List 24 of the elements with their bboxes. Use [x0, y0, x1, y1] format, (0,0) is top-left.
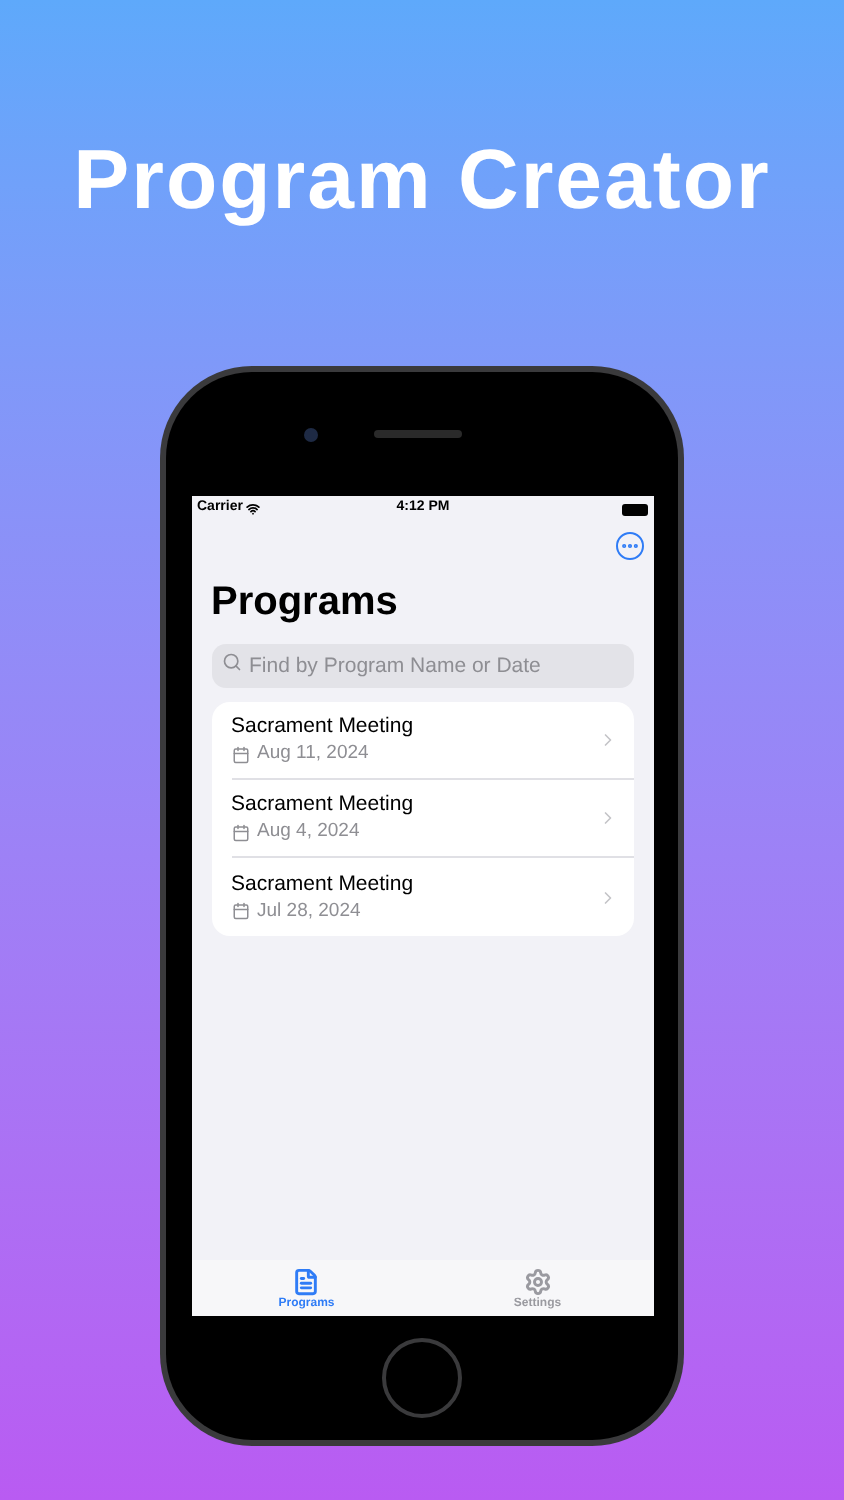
headline: Program Creator	[73, 130, 771, 230]
calendar-icon	[231, 902, 249, 920]
program-name: Sacrament Meeting	[231, 714, 416, 740]
program-date: Jul 28, 2024	[257, 899, 361, 923]
more-button[interactable]	[615, 532, 643, 560]
program-row[interactable]: Sacrament Meeting Jul 28, 2024	[231, 858, 633, 936]
program-date: Aug 11, 2024	[257, 742, 369, 766]
document-icon	[292, 1268, 321, 1296]
page-title: Programs	[209, 578, 400, 628]
search-icon	[221, 652, 241, 672]
program-row[interactable]: Sacrament Meeting Aug 4, 2024	[231, 780, 633, 858]
home-button[interactable]	[382, 1338, 462, 1418]
program-name: Sacrament Meeting	[231, 792, 416, 818]
wifi-icon	[246, 502, 261, 516]
camera-icon	[303, 427, 317, 441]
gear-icon	[523, 1268, 552, 1296]
calendar-icon	[231, 823, 249, 841]
program-date: Aug 4, 2024	[257, 820, 360, 844]
calendar-icon	[231, 745, 249, 763]
search-field[interactable]: Find by Program Name or Date	[211, 644, 633, 688]
battery-icon	[621, 503, 647, 515]
speaker-icon	[373, 430, 461, 438]
program-row[interactable]: Sacrament Meeting Aug 11, 2024	[231, 702, 633, 780]
program-name: Sacrament Meeting	[231, 871, 416, 897]
